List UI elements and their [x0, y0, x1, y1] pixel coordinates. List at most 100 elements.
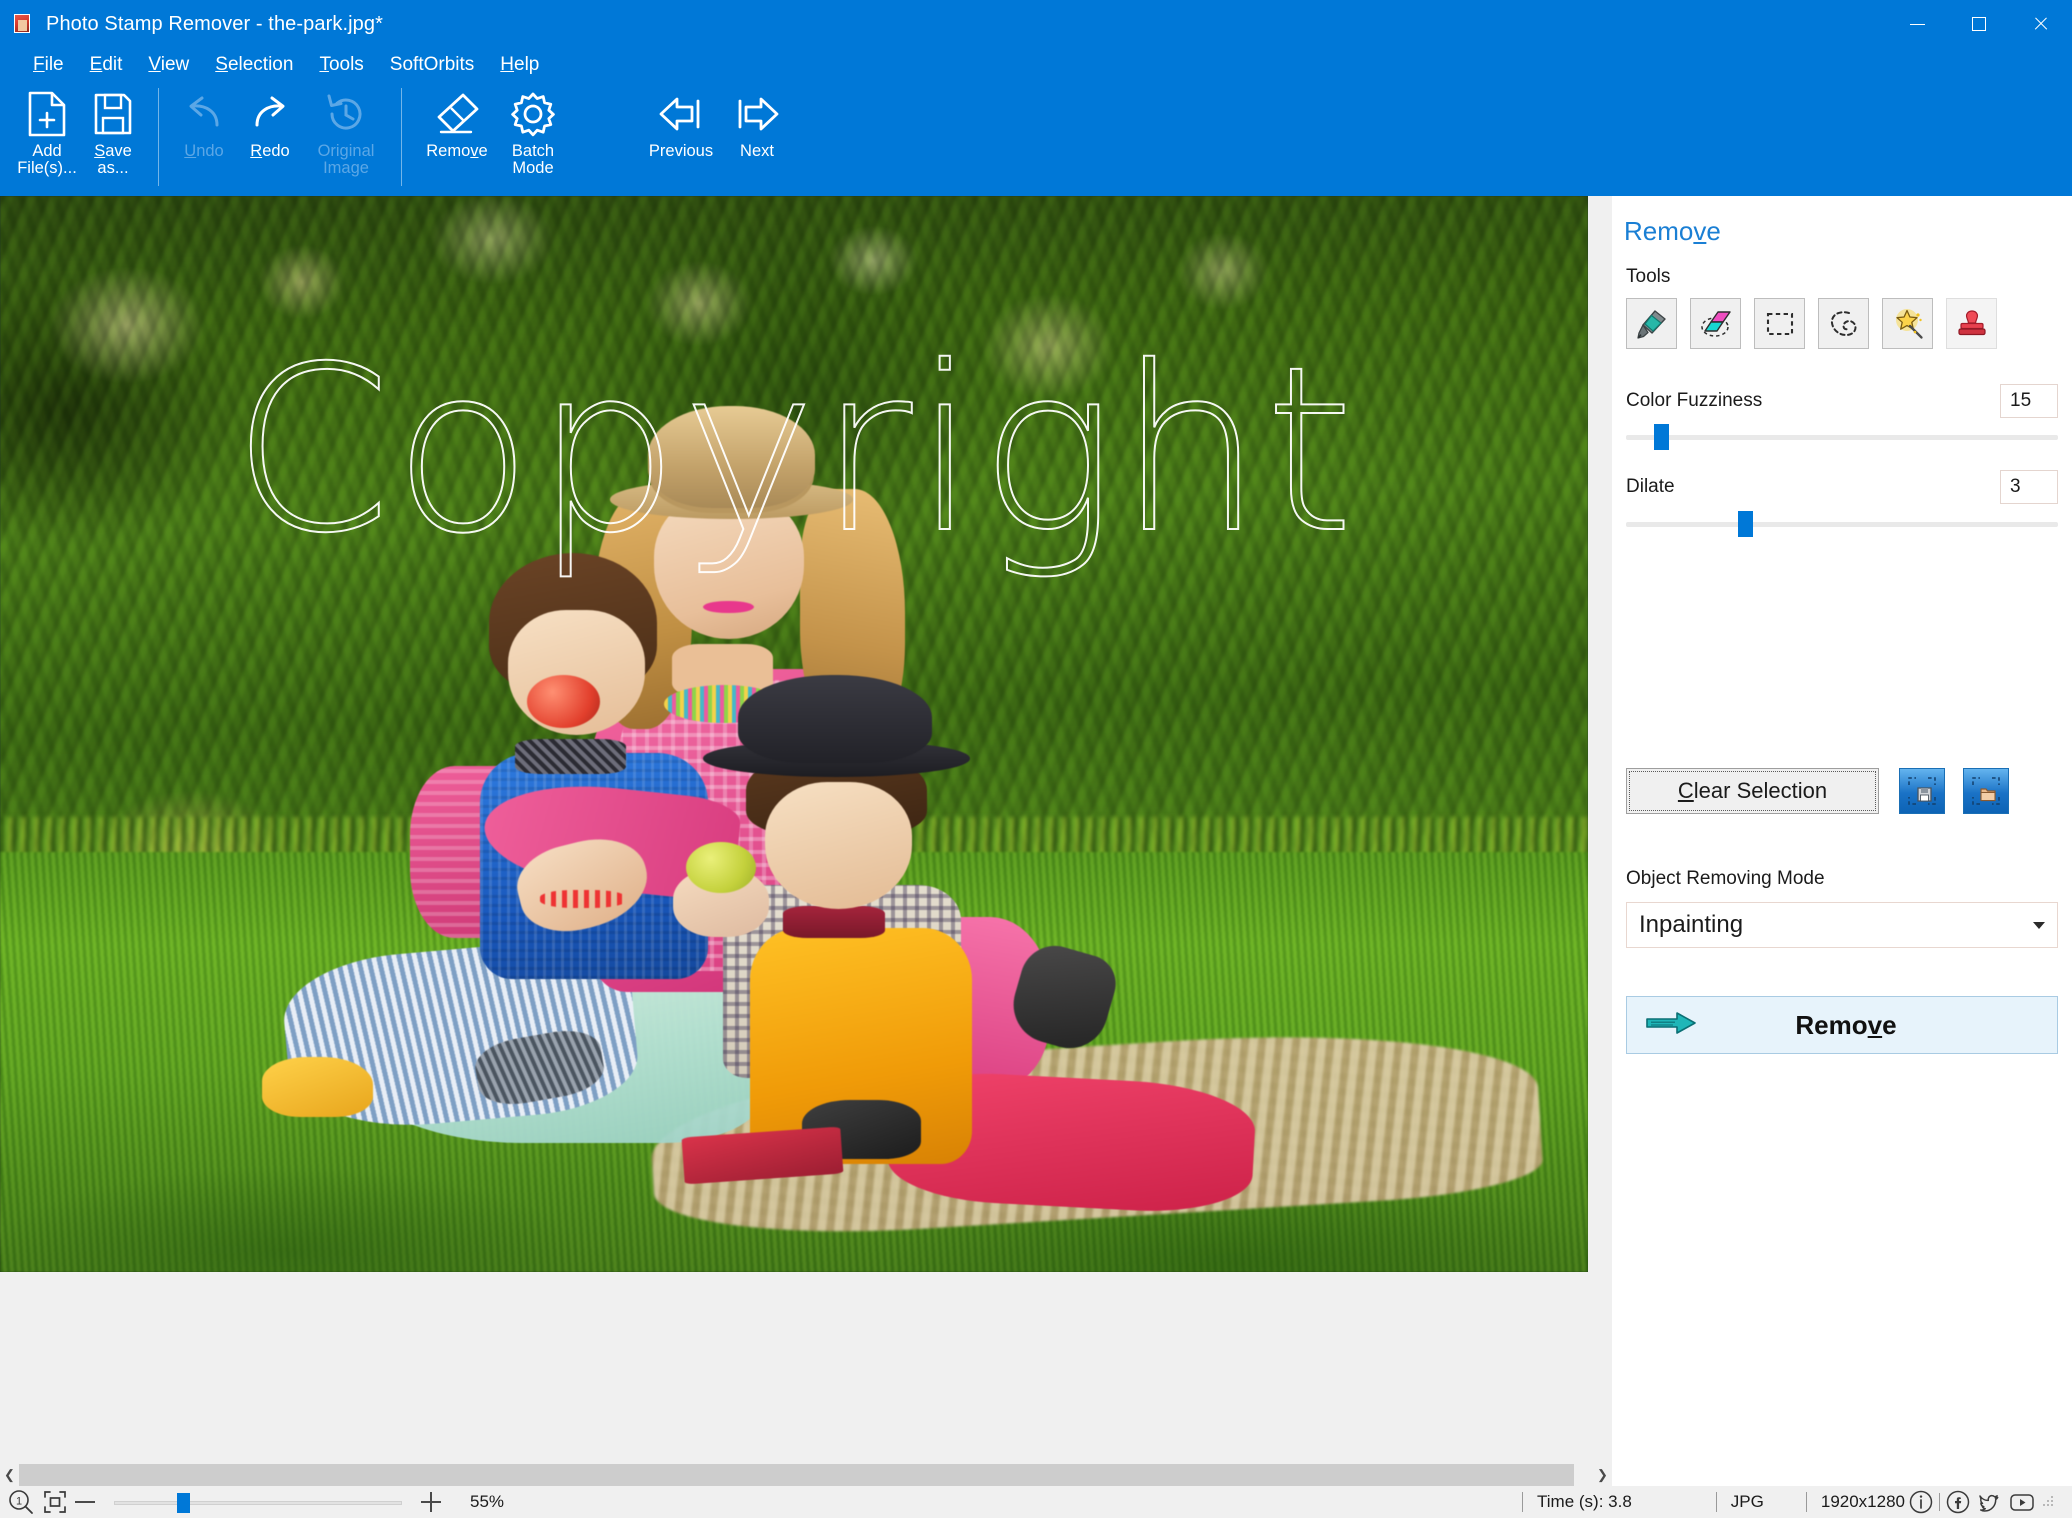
arrow-right-icon — [731, 88, 783, 140]
toolbar-separator-1 — [158, 88, 159, 186]
save-as-label: Save as... — [94, 142, 132, 177]
menu-view[interactable]: View — [135, 52, 202, 78]
menu-softorbits[interactable]: SoftOrbits — [377, 52, 487, 78]
tools-label: Tools — [1626, 266, 1671, 287]
app-icon — [12, 13, 34, 35]
info-icon[interactable] — [1905, 1486, 1937, 1518]
color-fuzziness-slider[interactable] — [1626, 424, 2058, 450]
dilate-slider-thumb[interactable] — [1738, 511, 1753, 537]
horizontal-scrollbar[interactable]: ❮ ❯ — [0, 1464, 1612, 1486]
zoom-out-button[interactable] — [72, 1489, 98, 1515]
save-selection-button[interactable] — [1899, 768, 1945, 814]
save-icon — [92, 88, 134, 140]
menu-file[interactable]: File — [20, 52, 77, 78]
load-selection-button[interactable] — [1963, 768, 2009, 814]
save-as-button[interactable]: Save as... — [80, 82, 146, 186]
batch-mode-button[interactable]: Batch Mode — [500, 82, 566, 186]
lasso-tool-button[interactable] — [1818, 298, 1869, 349]
scroll-left-button[interactable]: ❮ — [0, 1464, 19, 1486]
arrow-right-teal-icon — [1643, 1008, 1699, 1043]
redo-button[interactable]: Redo — [237, 82, 303, 186]
marker-tool-button[interactable] — [1626, 298, 1677, 349]
status-separator-2 — [1715, 1492, 1717, 1512]
maximize-button[interactable] — [1948, 0, 2010, 48]
photo-boy1-bowtie — [514, 739, 626, 774]
next-label: Next — [740, 142, 774, 160]
chevron-down-icon — [2033, 921, 2045, 929]
remove-action-label: Remove — [1795, 1009, 1897, 1040]
object-removing-mode-select[interactable]: Inpainting — [1626, 902, 2058, 948]
scrollbar-thumb[interactable] — [19, 1464, 1574, 1486]
undo-label: Undo — [184, 142, 224, 160]
menu-edit[interactable]: Edit — [77, 52, 136, 78]
add-files-label: Add File(s)... — [17, 142, 77, 177]
photo-scene — [0, 196, 1588, 1272]
facebook-icon[interactable] — [1942, 1486, 1974, 1518]
image-preview[interactable]: Copyright — [0, 196, 1588, 1272]
canvas-area[interactable]: Copyright — [0, 196, 1612, 1474]
photo-boy2-bowtie — [782, 906, 885, 939]
redo-icon — [247, 88, 293, 140]
resize-grip[interactable] — [2042, 1495, 2056, 1509]
close-button[interactable] — [2010, 0, 2072, 48]
menu-help[interactable]: Help — [487, 52, 552, 78]
color-fuzziness-label: Color Fuzziness — [1626, 390, 1763, 411]
remove-action-button[interactable]: Remove — [1626, 996, 2058, 1054]
original-image-label: Original Image — [317, 142, 375, 177]
zoom-slider[interactable] — [114, 1491, 402, 1513]
previous-label: Previous — [648, 142, 714, 160]
add-files-button[interactable]: Add File(s)... — [14, 82, 80, 186]
processing-time-label: Time (s): 3.8 — [1537, 1492, 1632, 1511]
social-separator — [1939, 1493, 1940, 1511]
dilate-row: Dilate 3 — [1626, 470, 2058, 504]
twitter-icon[interactable] — [1974, 1486, 2006, 1518]
photo-boy2-apple — [686, 841, 756, 894]
window-title: Photo Stamp Remover - the-park.jpg* — [46, 12, 383, 35]
next-button[interactable]: Next — [724, 82, 790, 186]
menu-tools[interactable]: Tools — [306, 52, 376, 78]
status-separator-1 — [1522, 1492, 1524, 1512]
original-image-button[interactable]: Original Image — [303, 82, 389, 186]
dilate-input[interactable]: 3 — [2000, 470, 2058, 504]
eraser-tool-button[interactable] — [1690, 298, 1741, 349]
menu-selection[interactable]: Selection — [202, 52, 306, 78]
color-fuzziness-input[interactable]: 15 — [2000, 384, 2058, 418]
zoom-fit-window-icon[interactable] — [38, 1489, 72, 1515]
gear-icon — [510, 88, 556, 140]
zoom-level-label: 55% — [470, 1492, 505, 1511]
photo-boy2-hat — [738, 674, 933, 764]
dilate-slider[interactable] — [1626, 511, 2058, 537]
object-removing-mode-value: Inpainting — [1639, 911, 1744, 938]
original-image-icon — [323, 88, 369, 140]
image-dimensions-label: 1920x1280 — [1820, 1492, 1905, 1511]
remove-tool-button[interactable]: Remove — [414, 82, 500, 186]
photo-mother-hat — [647, 405, 815, 509]
application-window: Photo Stamp Remover - the-park.jpg* File… — [0, 0, 2072, 1518]
arrow-left-icon — [655, 88, 707, 140]
zoom-slider-track — [114, 1501, 402, 1505]
magic-wand-tool-button[interactable] — [1882, 298, 1933, 349]
title-bar: Photo Stamp Remover - the-park.jpg* — [0, 0, 2072, 48]
clear-selection-button[interactable]: Clear Selection — [1626, 768, 1879, 814]
zoom-actual-size-icon[interactable]: 1 — [4, 1489, 38, 1515]
window-controls — [1886, 0, 2072, 48]
rectangle-select-tool-button[interactable] — [1754, 298, 1805, 349]
youtube-icon[interactable] — [2006, 1486, 2038, 1518]
minimize-button[interactable] — [1886, 0, 1948, 48]
scroll-right-button[interactable]: ❯ — [1593, 1464, 1612, 1486]
tools-row — [1626, 298, 1997, 349]
dilate-label: Dilate — [1626, 476, 1675, 497]
color-fuzziness-row: Color Fuzziness 15 — [1626, 384, 2058, 418]
photo-boy1-shoe — [262, 1056, 374, 1118]
svg-text:1: 1 — [16, 1496, 22, 1508]
scrollbar-track[interactable] — [19, 1464, 1593, 1486]
panel-title: Remove — [1624, 216, 1721, 246]
dilate-slider-track — [1626, 522, 2058, 527]
photo-boy1-apple — [527, 674, 601, 728]
zoom-slider-thumb[interactable] — [177, 1493, 190, 1513]
previous-button[interactable]: Previous — [638, 82, 724, 186]
zoom-in-button[interactable] — [418, 1489, 444, 1515]
color-fuzziness-slider-thumb[interactable] — [1654, 424, 1669, 450]
stamp-tool-button[interactable] — [1946, 298, 1997, 349]
undo-button[interactable]: Undo — [171, 82, 237, 186]
